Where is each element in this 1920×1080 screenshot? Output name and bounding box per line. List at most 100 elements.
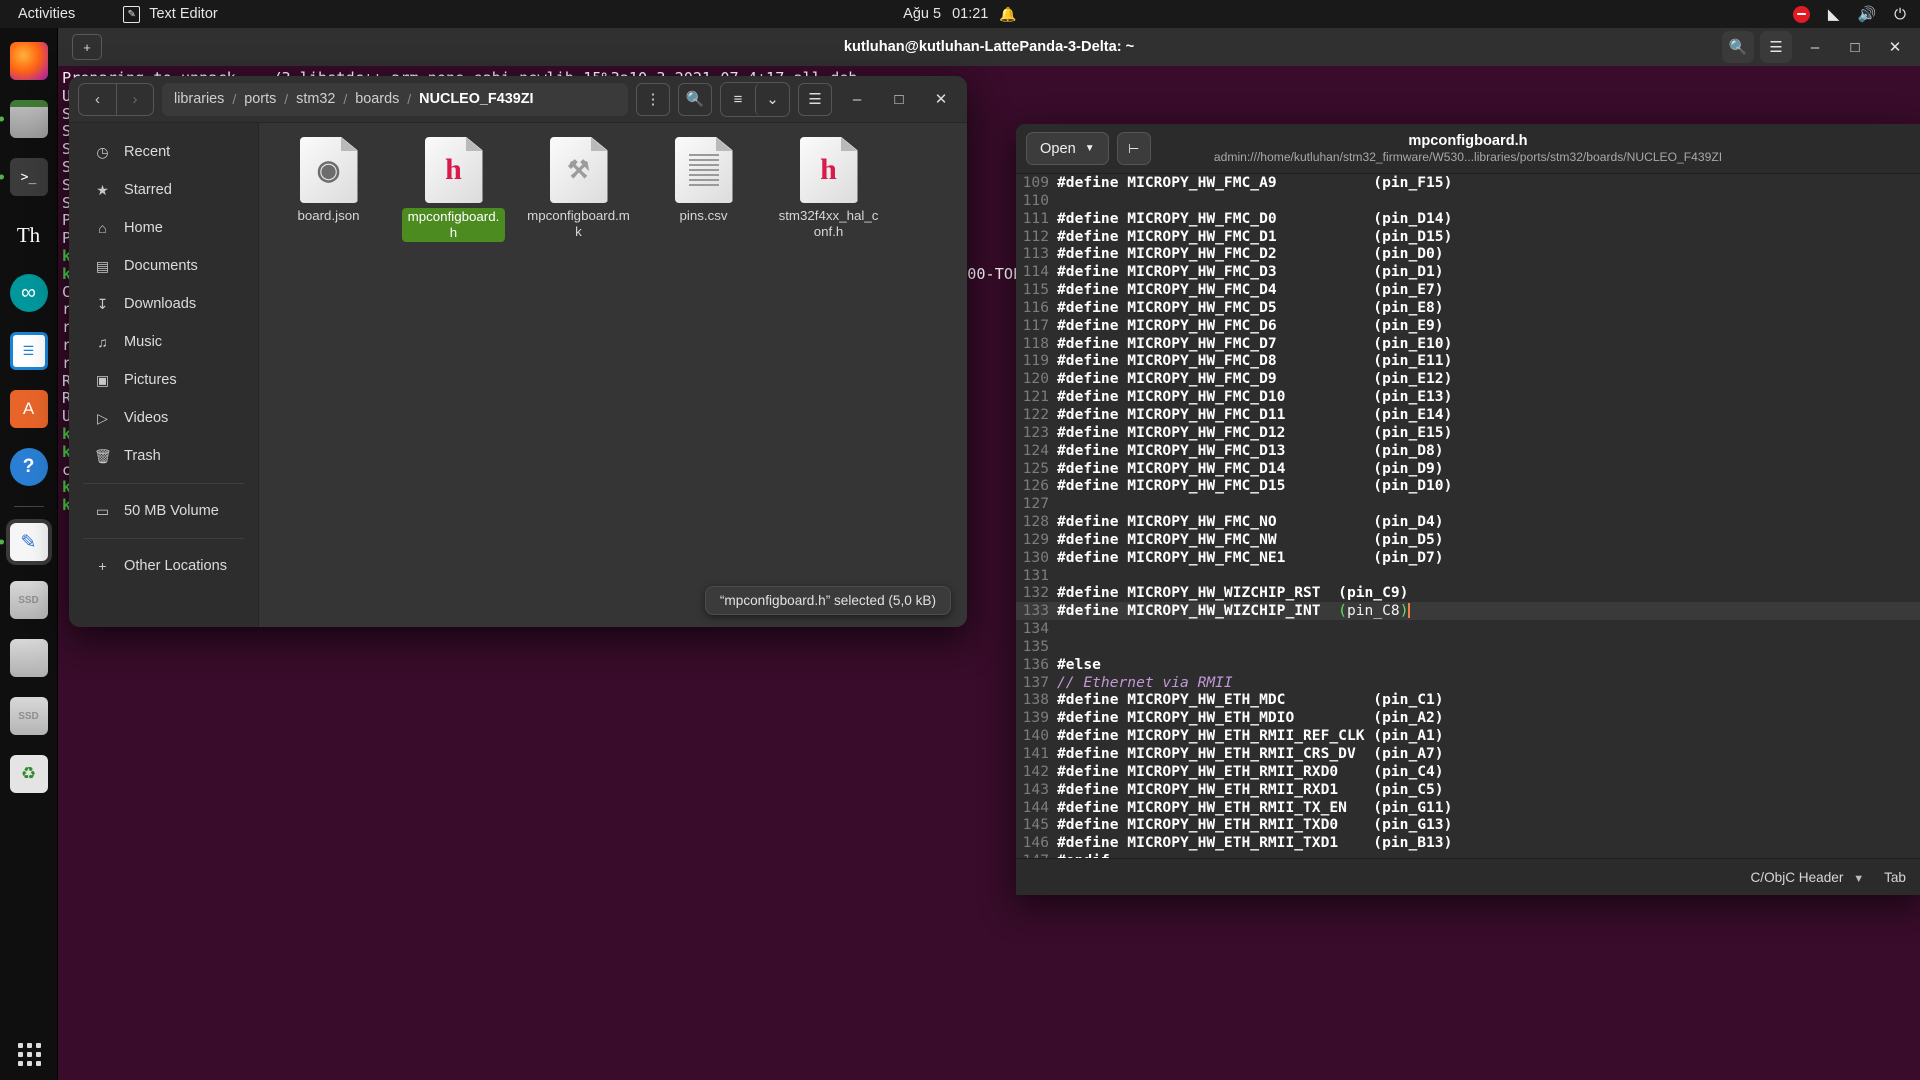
line-number: 124 [1016,442,1057,460]
sidebar-item-label: Documents [124,258,198,274]
file-icon: h [800,137,858,203]
line-number: 118 [1016,335,1057,353]
code-line: 131 [1016,567,1920,585]
breadcrumb-item[interactable]: ports [236,91,284,107]
dock-item-trash[interactable]: ♻ [6,751,52,797]
code-line: 123#define MICROPY_HW_FMC_D12 (pin_E15) [1016,424,1920,442]
gnome-top-bar: Activities ✎ Text Editor Ağu 5 01:21 🔔 ◣… [0,0,1920,28]
sidebar-item-videos[interactable]: ▷Videos [77,399,250,437]
hamburger-icon[interactable]: ☰ [1760,31,1792,63]
file-item[interactable]: ◉board.json [277,137,380,242]
dock-item-help[interactable]: ? [6,444,52,490]
file-item[interactable]: h mpconfigboard.h [402,137,505,242]
breadcrumb-item[interactable]: stm32 [288,91,343,107]
running-indicator [0,540,4,545]
dock-item-terminal[interactable]: >_ [6,154,52,200]
file-name-label: mpconfigboard.h [402,208,505,242]
tab-width-selector[interactable]: Tab [1884,870,1906,885]
sidebar-item-recent[interactable]: ◷Recent [77,133,250,171]
home-icon: ⌂ [94,220,111,236]
sidebar-item-home[interactable]: ⌂Home [77,209,250,247]
code-line: 121#define MICROPY_HW_FMC_D10 (pin_E13) [1016,388,1920,406]
close-icon[interactable]: ✕ [924,83,958,116]
code-line: 126#define MICROPY_HW_FMC_D15 (pin_D10) [1016,477,1920,495]
dock-item-files[interactable] [6,96,52,142]
active-app-indicator[interactable]: ✎ Text Editor [123,6,218,23]
sidebar-item-pictures[interactable]: ▣Pictures [77,361,250,399]
code-line: 128#define MICROPY_HW_FMC_NO (pin_D4) [1016,513,1920,531]
breadcrumb-item[interactable]: NUCLEO_F439ZI [411,91,541,107]
breadcrumb-item[interactable]: libraries [166,91,232,107]
sidebar-item-music[interactable]: ♫Music [77,323,250,361]
sidebar-item-downloads[interactable]: ↧Downloads [77,285,250,323]
line-content: #define MICROPY_HW_FMC_NO (pin_D4) [1057,513,1444,531]
close-icon[interactable]: ✕ [1878,31,1912,63]
sidebar-item-other-locations[interactable]: +Other Locations [77,547,250,585]
open-button[interactable]: Open ▼ [1026,132,1109,165]
new-tab-button[interactable]: + [72,34,102,60]
back-button[interactable]: ‹ [79,84,116,115]
line-number: 142 [1016,763,1057,781]
firefox-icon [10,42,48,80]
line-content: #define MICROPY_HW_ETH_MDC (pin_C1) [1057,691,1444,709]
code-line: 124#define MICROPY_HW_FMC_D13 (pin_D8) [1016,442,1920,460]
json-file-glyph: ◉ [300,137,358,203]
file-icon-view[interactable]: ◉board.json h mpconfigboard.h ⚒mpconfigboar… [259,123,967,627]
dock-item-ssd-volume-1[interactable]: SSD [6,577,52,623]
line-number: 112 [1016,228,1057,246]
code-line: 136#else [1016,656,1920,674]
file-icon: h [425,137,483,203]
file-icon [675,137,733,203]
sidebar-item-starred[interactable]: ★Starred [77,171,250,209]
line-number: 134 [1016,620,1057,638]
dock-item-disk-volume[interactable] [6,635,52,681]
file-item[interactable]: pins.csv [652,137,755,242]
dock-item-ssd-volume-2[interactable]: SSD [6,693,52,739]
ssd-drive-icon: SSD [10,697,48,735]
dock-item-text-editor[interactable]: ✎ [6,519,52,565]
list-view-icon[interactable]: ≡ [721,83,755,116]
clock-time: 01:21 [952,6,988,22]
minimize-icon[interactable]: – [840,83,874,116]
system-tray[interactable]: ◣ 🔊 ⏻ [1793,5,1906,23]
hamburger-icon[interactable]: ☰ [798,83,832,116]
line-number: 133 [1016,602,1057,620]
forward-button[interactable]: › [116,84,153,115]
dock-item-ubuntu-software[interactable]: A [6,386,52,432]
sidebar-item-50-mb-volume[interactable]: ▭50 MB Volume [77,492,250,530]
dock-item-thonny[interactable]: Th [6,212,52,258]
search-icon[interactable]: 🔍 [678,83,712,116]
dock-item-libreoffice[interactable]: ☰ [6,328,52,374]
sidebar-item-documents[interactable]: ▤Documents [77,247,250,285]
sidebar-item-trash[interactable]: 🗑Trash [77,437,250,475]
line-number: 116 [1016,299,1057,317]
pictures-icon: ▣ [94,372,111,389]
file-name-label: mpconfigboard.mk [527,208,630,240]
breadcrumb-item[interactable]: boards [347,91,407,107]
activities-button[interactable]: Activities [18,6,75,22]
clock-menu[interactable]: Ağu 5 01:21 🔔 [903,6,1017,23]
kebab-menu-icon[interactable]: ⋮ [636,83,670,116]
sidebar-item-label: Starred [124,182,172,198]
language-selector[interactable]: C/ObjC Header ▼ [1750,870,1864,885]
trash-icon: ♻ [10,755,48,793]
search-icon[interactable]: 🔍 [1722,31,1754,63]
file-item[interactable]: hstm32f4xx_hal_conf.h [777,137,880,242]
line-number: 128 [1016,513,1057,531]
maximize-icon[interactable]: □ [1838,31,1872,63]
dock-item-firefox[interactable] [6,38,52,84]
code-line: 133#define MICROPY_HW_WIZCHIP_INT (pin_C… [1016,602,1920,620]
minimize-icon[interactable]: – [1798,31,1832,63]
document-title-block: mpconfigboard.h admin:///home/kutluhan/s… [1016,133,1920,164]
terminal-titlebar[interactable]: + kutluhan@kutluhan-LattePanda-3-Delta: … [58,28,1920,66]
file-item[interactable]: ⚒mpconfigboard.mk [527,137,630,242]
csv-lines-icon [675,137,733,203]
chevron-down-icon[interactable]: ⌄ [755,83,789,116]
show-applications-button[interactable] [0,1043,58,1066]
maximize-icon[interactable]: □ [882,83,916,116]
new-document-button[interactable]: ⊢ [1117,132,1151,165]
dock-item-arduino-ide[interactable]: ∞ [6,270,52,316]
code-editor-area[interactable]: 109#define MICROPY_HW_FMC_A9 (pin_F15)11… [1016,174,1920,858]
code-line: 132#define MICROPY_HW_WIZCHIP_RST (pin_C… [1016,584,1920,602]
grid-dots-icon [18,1043,41,1066]
